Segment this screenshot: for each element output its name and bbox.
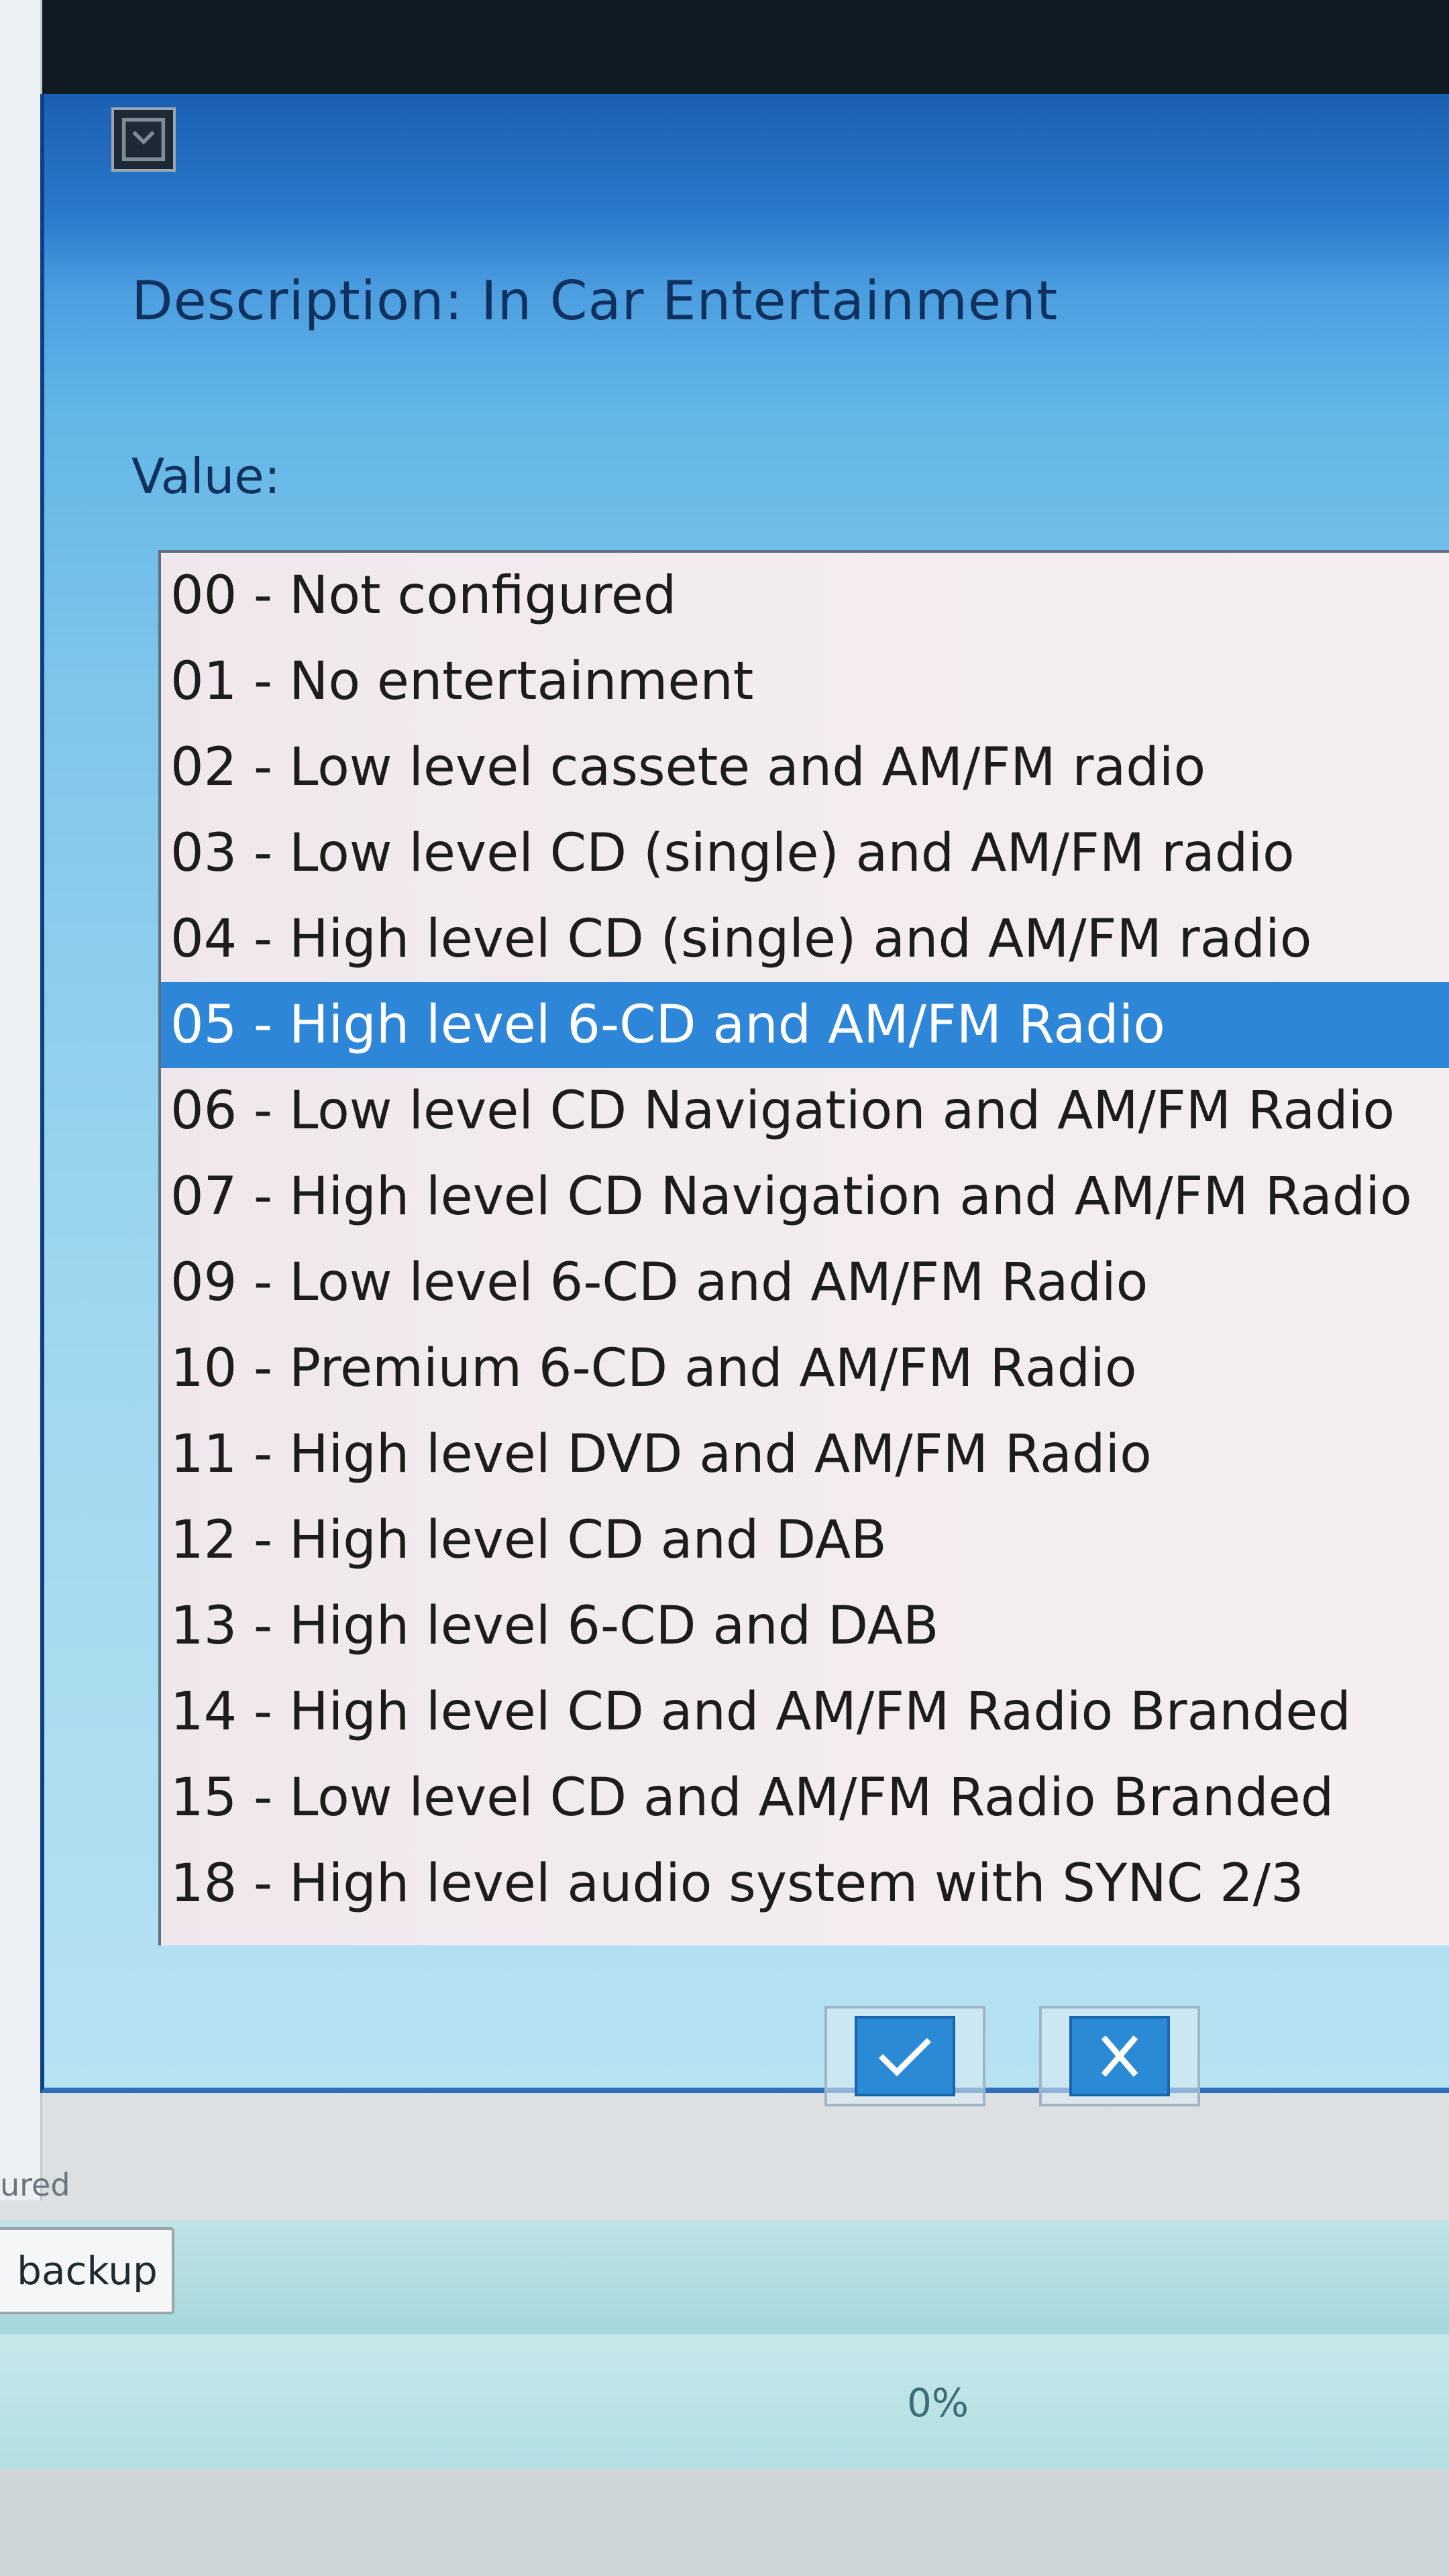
list-item[interactable]: 14 - High level CD and AM/FM Radio Brand… [161,1669,1449,1755]
list-item[interactable]: 01 - No entertainment [161,639,1449,724]
ok-button[interactable] [824,2006,985,2106]
close-icon [1069,2016,1170,2096]
list-item[interactable]: 03 - Low level CD (single) and AM/FM rad… [161,810,1449,896]
list-item[interactable]: 06 - Low level CD Navigation and AM/FM R… [161,1068,1449,1154]
window-icon [111,107,176,172]
list-item[interactable]: 12 - High level CD and DAB [161,1497,1449,1583]
list-item[interactable]: 02 - Low level cassete and AM/FM radio [161,724,1449,810]
background-teal-band [0,2220,1449,2334]
cancel-button[interactable] [1039,2006,1200,2106]
description-label: Description: In Car Entertainment [131,270,1059,332]
background-left-column [0,0,42,2200]
progress-text: 0% [907,2380,969,2426]
checkmark-icon [855,2016,955,2096]
value-label: Value: [131,448,280,504]
progress-bar [0,2334,1449,2469]
backup-button[interactable]: backup [0,2227,174,2314]
value-selection-dialog: Description: In Car Entertainment Value:… [40,94,1449,2106]
background-top-strip [0,0,1449,101]
list-item[interactable]: 09 - Low level 6-CD and AM/FM Radio [161,1240,1449,1326]
list-item[interactable]: 15 - Low level CD and AM/FM Radio Brande… [161,1755,1449,1841]
value-listbox[interactable]: 00 - Not configured 01 - No entertainment… [158,550,1449,1945]
background-sublabel: ured [0,2167,70,2203]
list-item[interactable]: 11 - High level DVD and AM/FM Radio [161,1411,1449,1497]
list-item[interactable]: 18 - High level audio system with SYNC 2… [161,1841,1449,1927]
list-item[interactable]: 07 - High level CD Navigation and AM/FM … [161,1154,1449,1240]
list-item[interactable]: 13 - High level 6-CD and DAB [161,1583,1449,1669]
list-item[interactable]: 10 - Premium 6-CD and AM/FM Radio [161,1326,1449,1411]
list-item[interactable]: 04 - High level CD (single) and AM/FM ra… [161,896,1449,982]
list-item-selected[interactable]: 05 - High level 6-CD and AM/FM Radio [161,982,1449,1068]
background-bottom [0,2469,1449,2576]
list-item[interactable]: 00 - Not configured [161,553,1449,639]
